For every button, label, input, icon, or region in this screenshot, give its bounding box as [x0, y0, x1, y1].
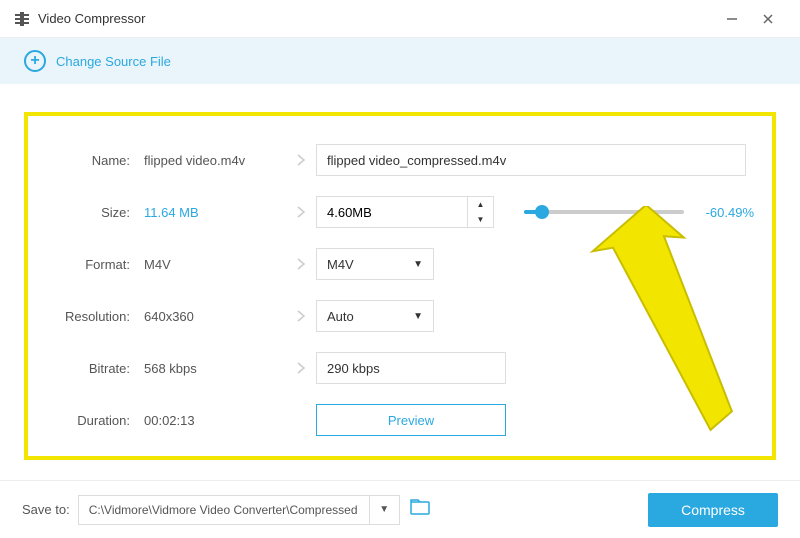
size-stepper[interactable]: ▲ ▼	[316, 196, 494, 228]
minimize-button[interactable]	[714, 0, 750, 38]
app-icon	[14, 11, 30, 27]
chevron-right-icon	[286, 153, 316, 167]
open-folder-icon[interactable]	[410, 499, 430, 520]
format-select-value: M4V	[327, 257, 354, 272]
original-bitrate: 568 kbps	[136, 361, 286, 376]
label-duration: Duration:	[46, 413, 136, 428]
original-duration: 00:02:13	[136, 413, 286, 428]
output-size-input[interactable]	[317, 197, 467, 227]
close-button[interactable]	[750, 0, 786, 38]
settings-panel: Name: flipped video.m4v Size: 11.64 MB ▲…	[24, 112, 776, 460]
source-bar: + Change Source File	[0, 38, 800, 84]
output-bitrate-input[interactable]	[316, 352, 506, 384]
chevron-right-icon	[286, 205, 316, 219]
row-format: Format: M4V M4V ▼	[46, 248, 754, 280]
stepper-up-icon[interactable]: ▲	[468, 197, 493, 212]
size-percent: -60.49%	[694, 205, 754, 220]
resolution-select[interactable]: Auto ▼	[316, 300, 434, 332]
compress-button[interactable]: Compress	[648, 493, 778, 527]
save-path-box: ▼	[78, 495, 400, 525]
label-format: Format:	[46, 257, 136, 272]
label-resolution: Resolution:	[46, 309, 136, 324]
row-duration: Duration: 00:02:13 Preview	[46, 404, 754, 436]
window-title: Video Compressor	[38, 11, 714, 26]
original-name: flipped video.m4v	[136, 153, 286, 168]
change-source-link[interactable]: Change Source File	[56, 54, 171, 69]
row-name: Name: flipped video.m4v	[46, 144, 754, 176]
title-bar: Video Compressor	[0, 0, 800, 38]
output-name-input[interactable]	[316, 144, 746, 176]
footer-bar: Save to: ▼ Compress	[0, 480, 800, 538]
label-name: Name:	[46, 153, 136, 168]
save-to-label: Save to:	[22, 502, 70, 517]
save-path-input[interactable]	[79, 496, 369, 524]
resolution-select-value: Auto	[327, 309, 354, 324]
chevron-right-icon	[286, 361, 316, 375]
preview-button[interactable]: Preview	[316, 404, 506, 436]
row-resolution: Resolution: 640x360 Auto ▼	[46, 300, 754, 332]
stepper-down-icon[interactable]: ▼	[468, 212, 493, 227]
label-size: Size:	[46, 205, 136, 220]
original-format: M4V	[136, 257, 286, 272]
original-resolution: 640x360	[136, 309, 286, 324]
caret-down-icon: ▼	[413, 311, 423, 322]
size-slider[interactable]	[524, 210, 684, 214]
row-bitrate: Bitrate: 568 kbps	[46, 352, 754, 384]
chevron-right-icon	[286, 309, 316, 323]
label-bitrate: Bitrate:	[46, 361, 136, 376]
plus-circle-icon[interactable]: +	[24, 50, 46, 72]
row-size: Size: 11.64 MB ▲ ▼ -60.49%	[46, 196, 754, 228]
chevron-right-icon	[286, 257, 316, 271]
original-size: 11.64 MB	[136, 205, 286, 220]
caret-down-icon: ▼	[413, 259, 423, 270]
format-select[interactable]: M4V ▼	[316, 248, 434, 280]
save-path-dropdown[interactable]: ▼	[369, 496, 399, 524]
slider-thumb[interactable]	[535, 205, 549, 219]
